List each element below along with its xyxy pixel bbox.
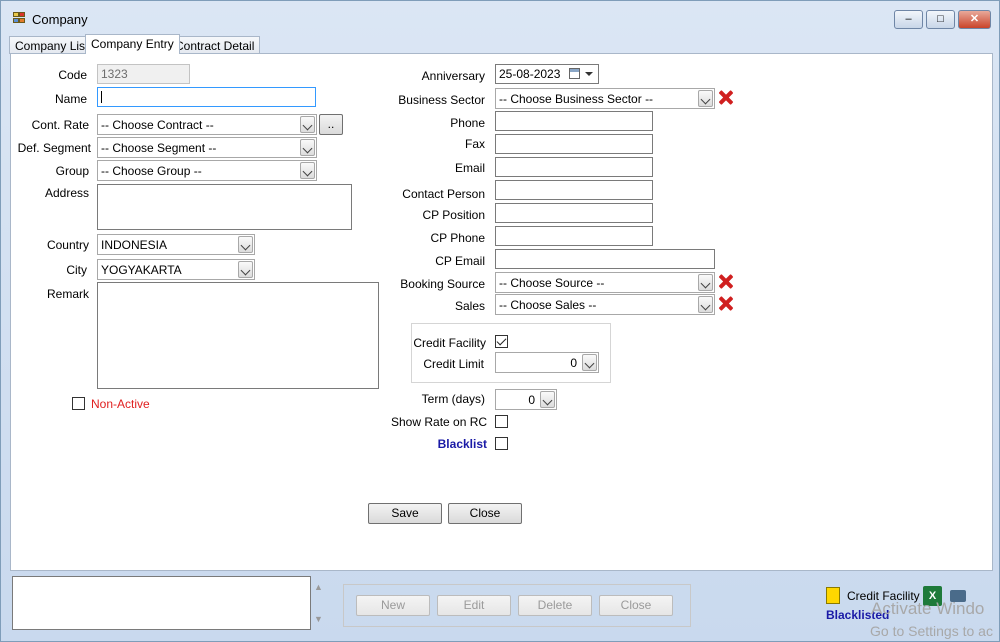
chevron-down-icon bbox=[300, 116, 315, 133]
message-box[interactable] bbox=[12, 576, 311, 630]
contact-person-field[interactable] bbox=[495, 180, 653, 200]
cp-email-field[interactable] bbox=[495, 249, 715, 269]
close-form-button[interactable]: Close bbox=[448, 503, 522, 524]
tab-contract-detail[interactable]: Contract Detail bbox=[169, 36, 261, 54]
chevron-down-icon bbox=[698, 274, 713, 291]
blacklist-label: Blacklist bbox=[437, 437, 487, 451]
chevron-down-icon bbox=[238, 261, 253, 278]
city-select[interactable]: YOGYAKARTA bbox=[97, 259, 255, 280]
term-label: Term (days) bbox=[421, 392, 485, 406]
credit-facility-label: Credit Facility bbox=[413, 336, 486, 350]
business-sector-label: Business Sector bbox=[398, 93, 485, 107]
app-grid-icon bbox=[13, 12, 26, 24]
anniversary-label: Anniversary bbox=[421, 69, 485, 83]
credit-limit-label: Credit Limit bbox=[423, 357, 484, 371]
credit-facility-checkbox[interactable] bbox=[495, 335, 508, 348]
anniversary-datepicker[interactable]: 25-08-2023 bbox=[495, 64, 599, 84]
new-button[interactable]: New bbox=[356, 595, 430, 616]
bottom-close-button[interactable]: Close bbox=[599, 595, 673, 616]
edit-button[interactable]: Edit bbox=[437, 595, 511, 616]
clear-business-sector-icon[interactable] bbox=[717, 89, 733, 105]
fax-label: Fax bbox=[464, 137, 485, 151]
remark-label: Remark bbox=[46, 287, 89, 301]
show-rate-checkbox[interactable] bbox=[495, 415, 508, 428]
code-label: Code bbox=[58, 68, 87, 82]
chevron-down-icon[interactable] bbox=[585, 72, 593, 76]
code-field[interactable]: 1323 bbox=[97, 64, 190, 84]
chevron-down-icon bbox=[698, 90, 713, 107]
title-bar[interactable]: Company – □ ✕ bbox=[1, 1, 1000, 33]
chevron-down-icon bbox=[698, 296, 713, 313]
cp-position-field[interactable] bbox=[495, 203, 653, 223]
city-label: City bbox=[66, 263, 87, 277]
cp-email-label: CP Email bbox=[435, 254, 485, 268]
remark-textarea[interactable] bbox=[97, 282, 379, 389]
clear-sales-icon[interactable] bbox=[717, 295, 733, 311]
nonactive-label: Non-Active bbox=[91, 397, 150, 411]
business-sector-select[interactable]: -- Choose Business Sector -- bbox=[495, 88, 715, 109]
watermark-line1: Activate Windo bbox=[871, 599, 985, 618]
save-button[interactable]: Save bbox=[368, 503, 442, 524]
chevron-down-icon bbox=[238, 236, 253, 253]
phone-label: Phone bbox=[450, 116, 485, 130]
delete-button[interactable]: Delete bbox=[518, 595, 592, 616]
minimize-button[interactable]: – bbox=[894, 10, 923, 29]
sales-select[interactable]: -- Choose Sales -- bbox=[495, 294, 715, 315]
contact-person-label: Contact Person bbox=[402, 187, 485, 201]
term-spinner[interactable]: 0 bbox=[495, 389, 557, 410]
close-window-button[interactable]: ✕ bbox=[958, 10, 991, 29]
phone-field[interactable] bbox=[495, 111, 653, 131]
name-field[interactable] bbox=[97, 87, 316, 107]
chevron-down-icon bbox=[300, 162, 315, 179]
group-select[interactable]: -- Choose Group -- bbox=[97, 160, 317, 181]
calendar-icon[interactable] bbox=[569, 68, 580, 79]
tab-company-list[interactable]: Company List bbox=[9, 36, 95, 54]
address-textarea[interactable] bbox=[97, 184, 352, 230]
segment-select[interactable]: -- Choose Segment -- bbox=[97, 137, 317, 158]
maximize-button[interactable]: □ bbox=[926, 10, 955, 29]
address-label: Address bbox=[44, 186, 89, 200]
fax-field[interactable] bbox=[495, 134, 653, 154]
cp-position-label: CP Position bbox=[422, 208, 485, 222]
show-rate-label: Show Rate on RC bbox=[391, 415, 488, 429]
contract-select[interactable]: -- Choose Contract -- bbox=[97, 114, 317, 135]
booking-source-label: Booking Source bbox=[400, 277, 485, 291]
tab-company-entry[interactable]: Company Entry bbox=[85, 34, 180, 54]
name-label: Name bbox=[54, 92, 87, 106]
group-label: Group bbox=[55, 164, 89, 178]
country-select[interactable]: INDONESIA bbox=[97, 234, 255, 255]
sales-label: Sales bbox=[454, 299, 485, 313]
cont-rate-label: Cont. Rate bbox=[31, 118, 89, 132]
nonactive-checkbox[interactable] bbox=[72, 397, 85, 410]
credit-facility-swatch bbox=[826, 587, 840, 604]
credit-limit-spinner[interactable]: 0 bbox=[495, 352, 599, 373]
scroll-up-icon[interactable]: ▲ bbox=[314, 582, 323, 592]
blacklist-checkbox[interactable] bbox=[495, 437, 508, 450]
company-window: Company – □ ✕ Company List Company Entry… bbox=[0, 0, 1000, 642]
watermark-line2: Go to Settings to ac bbox=[870, 623, 993, 639]
contract-browse-button[interactable]: .. bbox=[319, 114, 343, 135]
chevron-down-icon[interactable] bbox=[582, 354, 597, 371]
booking-source-select[interactable]: -- Choose Source -- bbox=[495, 272, 715, 293]
chevron-down-icon[interactable] bbox=[540, 391, 555, 408]
country-label: Country bbox=[46, 238, 89, 252]
scroll-down-icon[interactable]: ▼ bbox=[314, 614, 323, 624]
clear-booking-source-icon[interactable] bbox=[717, 273, 733, 289]
email-label: Email bbox=[454, 161, 485, 175]
email-field[interactable] bbox=[495, 157, 653, 177]
chevron-down-icon bbox=[300, 139, 315, 156]
segment-label: Def. Segment bbox=[17, 141, 91, 155]
window-title: Company bbox=[32, 12, 88, 27]
cp-phone-label: CP Phone bbox=[430, 231, 486, 245]
cp-phone-field[interactable] bbox=[495, 226, 653, 246]
